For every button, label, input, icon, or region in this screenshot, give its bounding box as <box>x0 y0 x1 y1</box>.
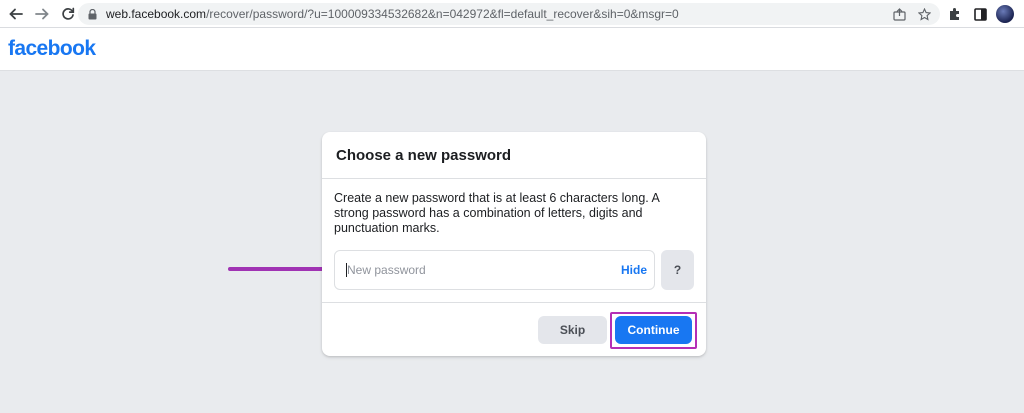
address-bar[interactable]: web.facebook.com/recover/password/?u=100… <box>78 3 940 25</box>
url-path: /recover/password/?u=100009334532682&n=0… <box>206 7 679 21</box>
new-password-input[interactable]: New password Hide <box>334 250 655 290</box>
divider <box>322 178 706 179</box>
sidepanel-icon[interactable] <box>970 4 990 24</box>
hide-password-link[interactable]: Hide <box>621 263 647 277</box>
share-icon[interactable] <box>891 6 907 22</box>
avatar[interactable] <box>996 5 1014 23</box>
arrow-left-icon <box>9 8 23 19</box>
back-button[interactable] <box>5 3 27 25</box>
url-text: web.facebook.com/recover/password/?u=100… <box>106 7 679 21</box>
browser-toolbar: web.facebook.com/recover/password/?u=100… <box>0 0 1024 28</box>
skip-button[interactable]: Skip <box>538 316 607 344</box>
url-host: web.facebook.com <box>106 7 207 21</box>
facebook-logo[interactable]: facebook <box>8 37 96 61</box>
reset-password-card: Choose a new password Create a new passw… <box>322 132 706 356</box>
password-help-button[interactable]: ? <box>661 250 694 290</box>
password-placeholder: New password <box>347 263 426 277</box>
reload-button[interactable] <box>57 3 79 25</box>
divider <box>322 302 706 303</box>
forward-button[interactable] <box>31 3 53 25</box>
star-icon[interactable] <box>916 6 932 22</box>
continue-button[interactable]: Continue <box>615 316 692 344</box>
page-title: Choose a new password <box>336 147 512 164</box>
instructions-text: Create a new password that is at least 6… <box>334 191 660 235</box>
site-header: facebook <box>0 28 1024 71</box>
puzzle-icon[interactable] <box>945 4 965 24</box>
lock-icon <box>88 8 98 20</box>
reload-icon <box>62 7 75 20</box>
arrow-right-icon <box>35 8 49 19</box>
